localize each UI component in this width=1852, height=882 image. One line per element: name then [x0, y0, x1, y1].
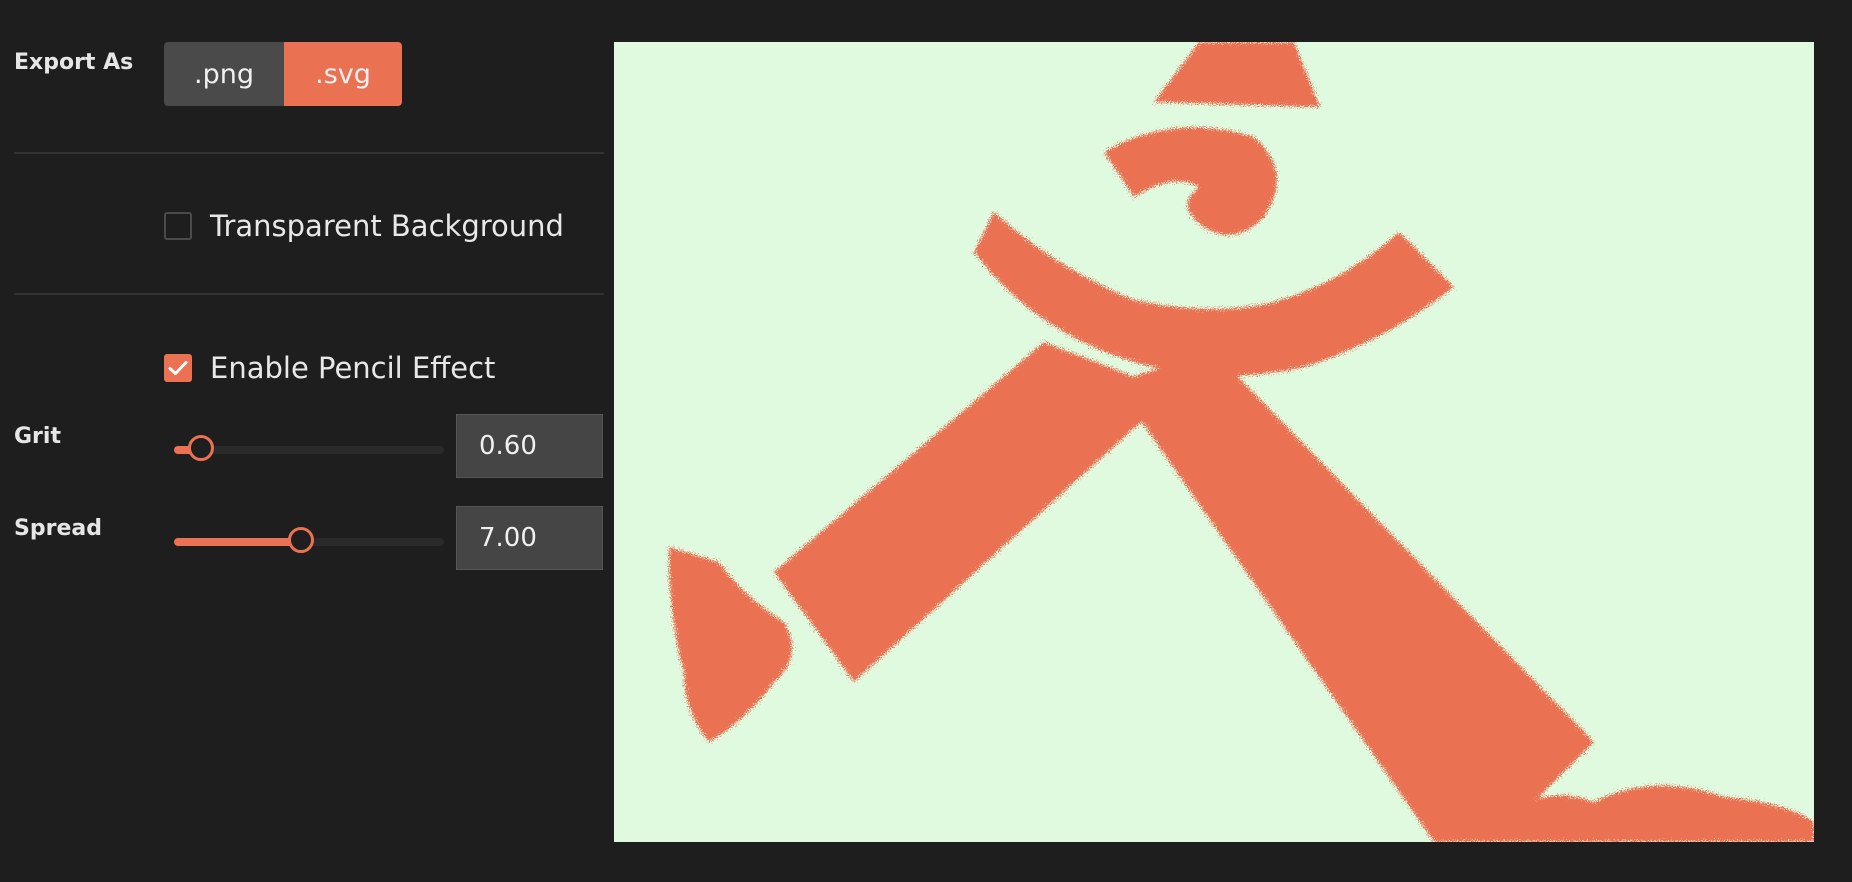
- grit-slider[interactable]: [174, 435, 444, 461]
- export-png-button[interactable]: .png: [164, 42, 284, 106]
- spread-slider[interactable]: [174, 527, 444, 553]
- spread-value-input[interactable]: 7.00: [456, 506, 603, 570]
- transparent-background-label: Transparent Background: [210, 209, 564, 243]
- export-as-label: Export As: [14, 50, 134, 75]
- grit-label: Grit: [14, 424, 61, 449]
- pencil-effect-label: Enable Pencil Effect: [210, 351, 496, 385]
- export-svg-button[interactable]: .svg: [284, 42, 402, 106]
- pencil-effect-option[interactable]: Enable Pencil Effect: [164, 351, 495, 385]
- grit-slider-handle[interactable]: [188, 435, 214, 461]
- transparent-background-option[interactable]: Transparent Background: [164, 209, 564, 243]
- export-settings-panel: Export As .png .svg Transparent Backgrou…: [0, 0, 620, 882]
- preview-canvas: [614, 42, 1814, 842]
- checkmark-icon: [168, 361, 188, 375]
- transparent-background-checkbox[interactable]: [164, 212, 192, 240]
- pencil-effect-checkbox[interactable]: [164, 354, 192, 382]
- spread-slider-fill: [174, 538, 301, 546]
- grit-value-input[interactable]: 0.60: [456, 414, 603, 478]
- sketch-preview-image: [669, 42, 1814, 842]
- divider: [14, 152, 604, 154]
- spread-slider-handle[interactable]: [287, 527, 314, 553]
- spread-label: Spread: [14, 516, 102, 541]
- divider: [14, 293, 604, 295]
- export-format-toggle: .png .svg: [164, 42, 402, 106]
